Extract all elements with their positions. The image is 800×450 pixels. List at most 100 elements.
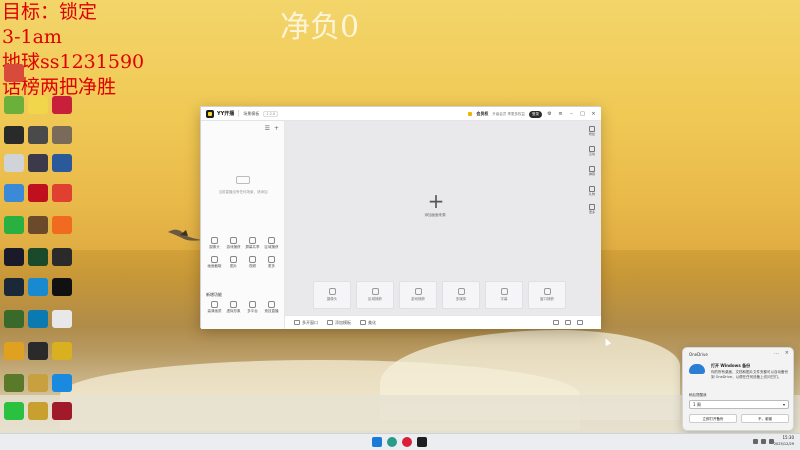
quick-add-tiles: 摄像头 区域捕获 游戏捕获 多媒体 字幕 窗口捕获: [313, 281, 566, 309]
menu-icon[interactable]: ≡: [557, 111, 564, 117]
desktop-app-icon[interactable]: [28, 310, 48, 328]
preview-area[interactable]: + 添加画面来源 摄像头 区域捕获 游戏捕获 多媒体 字幕 窗口捕获: [285, 121, 601, 315]
clock[interactable]: 15:30 2025/12/29: [774, 435, 794, 447]
feature-item[interactable]: 虚拟形象: [224, 301, 243, 314]
tile-camera[interactable]: 摄像头: [313, 281, 351, 309]
onedrive-notification: OneDrive … × 打开 Windows 备份 你的所有桌面、文档和图片文…: [682, 347, 794, 431]
add-scene-icon[interactable]: +: [274, 125, 279, 132]
beauty-icon: [360, 320, 366, 325]
feature-label: 竞技直播: [264, 309, 279, 313]
yy-app-window: YY开播 场景模板 1.2.0 会员权 升级会员 享更多权益 登录 ⚙ ≡ – …: [200, 106, 601, 329]
desktop-app-icon[interactable]: [28, 154, 48, 172]
source-screen[interactable]: 屏幕共享: [243, 237, 262, 250]
tile-subtitle[interactable]: 字幕: [485, 281, 523, 309]
record-icon[interactable]: [565, 320, 571, 325]
screenshot-icon[interactable]: [553, 320, 559, 325]
remind-select[interactable]: 1 周 ▾: [689, 400, 789, 409]
volume-icon[interactable]: [761, 439, 766, 444]
desktop-app-icon[interactable]: [28, 248, 48, 266]
maximize-icon[interactable]: □: [579, 111, 586, 117]
desktop-app-icon[interactable]: [4, 342, 24, 360]
tile-window[interactable]: 窗口捕获: [528, 281, 566, 309]
source-capture[interactable]: 画面截取: [205, 256, 224, 269]
empty-scene: 当前直播没有任何场景，请添加: [201, 176, 285, 195]
desktop-app-icon[interactable]: [52, 154, 72, 172]
more-icon[interactable]: …: [774, 350, 779, 356]
feature-item[interactable]: 高清画质: [205, 301, 224, 314]
desktop-app-icon[interactable]: [28, 126, 48, 144]
source-game[interactable]: 游戏捕获: [224, 237, 243, 250]
app-icon[interactable]: [402, 437, 412, 447]
tile-region[interactable]: 区域捕获: [356, 281, 394, 309]
sidebar-item-more[interactable]: 更多: [586, 204, 598, 214]
source-video[interactable]: 视频: [243, 256, 262, 269]
start-icon[interactable]: [372, 437, 382, 447]
wifi-icon[interactable]: [753, 439, 758, 444]
title-bar[interactable]: YY开播 场景模板 1.2.0 会员权 升级会员 享更多权益 登录 ⚙ ≡ – …: [201, 107, 601, 121]
yy-taskbar-icon[interactable]: [417, 437, 427, 447]
close-icon[interactable]: ×: [785, 350, 789, 356]
minimize-icon[interactable]: –: [568, 111, 575, 117]
login-button[interactable]: 登录: [529, 110, 542, 118]
desktop-app-icon[interactable]: [28, 184, 48, 202]
multi-window-button[interactable]: 多开窗口: [294, 320, 318, 326]
desktop-app-icon[interactable]: [4, 310, 24, 328]
epic-games-icon[interactable]: [28, 342, 48, 360]
steam-icon[interactable]: [4, 278, 24, 296]
desktop-app-icon[interactable]: [52, 184, 72, 202]
settings-icon[interactable]: [577, 320, 583, 325]
desktop-app-icon[interactable]: [52, 96, 72, 114]
source-more[interactable]: 更多: [262, 256, 281, 269]
open-backup-button[interactable]: 立即打开备份: [689, 414, 737, 423]
desktop-app-icon[interactable]: [4, 216, 24, 234]
desktop-app-icon[interactable]: [4, 374, 24, 392]
list-icon[interactable]: ☰: [265, 125, 270, 132]
recycle-bin-icon[interactable]: [4, 154, 24, 172]
desktop-app-icon[interactable]: [4, 96, 24, 114]
source-image[interactable]: 图片: [224, 256, 243, 269]
gear-icon[interactable]: ⚙: [546, 111, 553, 117]
edge-icon[interactable]: [387, 437, 397, 447]
tile-label: 区域捕获: [368, 297, 382, 301]
source-region[interactable]: 区域捕获: [262, 237, 281, 250]
desktop-app-icon[interactable]: [28, 402, 48, 420]
desktop-app-icon[interactable]: [4, 64, 24, 82]
desktop-app-icon[interactable]: [52, 374, 72, 392]
sidebar-item-gift[interactable]: 礼物: [586, 186, 598, 196]
add-source-plus-icon[interactable]: +: [426, 191, 446, 211]
feature-item[interactable]: 多平台: [243, 301, 262, 314]
sidebar-item-interact[interactable]: 互动: [586, 146, 598, 156]
desktop-app-icon[interactable]: [52, 216, 72, 234]
desktop-app-icon[interactable]: [52, 342, 72, 360]
desktop-app-icon[interactable]: [4, 248, 24, 266]
beautify-button[interactable]: 美化: [360, 320, 376, 326]
vip-promo-text[interactable]: 升级会员 享更多权益: [492, 112, 525, 117]
desktop-app-icon[interactable]: [52, 402, 72, 420]
desktop-app-icon[interactable]: [52, 278, 72, 296]
add-template-button[interactable]: 添加模板: [327, 320, 351, 326]
vip-label[interactable]: 会员权: [476, 111, 488, 117]
no-thanks-button[interactable]: 不，谢谢: [741, 414, 789, 423]
tile-media[interactable]: 多媒体: [442, 281, 480, 309]
edge-icon[interactable]: [28, 278, 48, 296]
document-icon[interactable]: [52, 310, 72, 328]
desktop-app-icon[interactable]: [52, 248, 72, 266]
desktop-app-icon[interactable]: [28, 216, 48, 234]
wechat-icon[interactable]: [4, 402, 24, 420]
close-icon[interactable]: ×: [590, 111, 597, 117]
sidebar-item-danmaku[interactable]: 弹幕: [586, 166, 598, 176]
feature-item[interactable]: 竞技直播: [262, 301, 281, 314]
source-label: 更多: [268, 264, 275, 268]
desktop-app-icon[interactable]: [4, 184, 24, 202]
desktop-app-icon[interactable]: [4, 126, 24, 144]
sidebar-item-fans[interactable]: 粉丝: [586, 126, 598, 136]
tile-game[interactable]: 游戏捕获: [399, 281, 437, 309]
sidebar-label: 粉丝: [588, 132, 595, 136]
source-label: 区域捕获: [264, 245, 279, 249]
desktop-app-icon[interactable]: [28, 96, 48, 114]
desktop-app-icon[interactable]: [28, 374, 48, 392]
desktop-app-icon[interactable]: [52, 126, 72, 144]
tile-label: 游戏捕获: [411, 297, 425, 301]
source-camera[interactable]: 摄像头: [205, 237, 224, 250]
tab-scene-template[interactable]: 场景模板: [243, 111, 259, 117]
